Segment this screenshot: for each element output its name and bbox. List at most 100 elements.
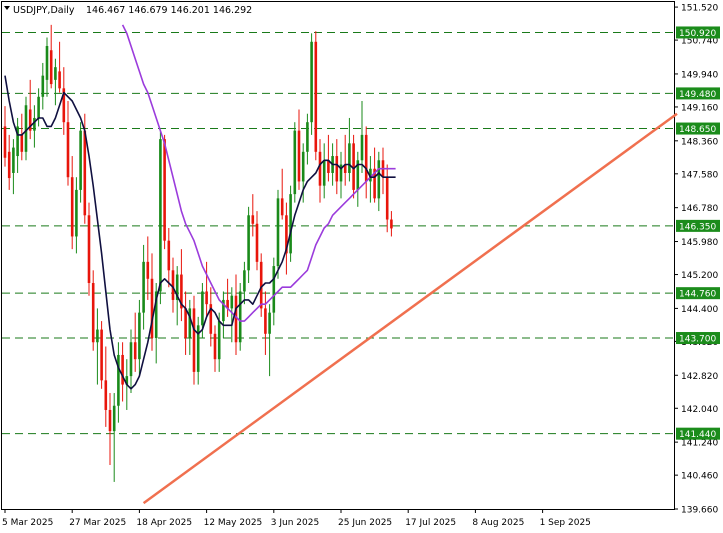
candle-down [104, 380, 108, 410]
candle-down [205, 291, 208, 305]
level-price-tag: 148.650 [676, 122, 720, 135]
candle-up [272, 266, 276, 313]
candle-down [87, 215, 91, 284]
candle-down [58, 71, 61, 89]
level-price-tag: 144.760 [676, 287, 720, 300]
candle-down [70, 177, 74, 237]
x-tick-label: 8 Aug 2025 [472, 518, 524, 528]
candle-down [385, 177, 389, 220]
candle-up [37, 96, 40, 118]
candle-up [360, 134, 364, 161]
candle-down [20, 134, 24, 152]
level-price-tag: 150.920 [676, 26, 720, 39]
candle-down [66, 122, 70, 178]
candle-down [3, 126, 7, 158]
y-tick-label: 149.160 [681, 103, 718, 113]
level-price-tag: 146.350 [676, 219, 720, 232]
candle-down [390, 219, 393, 229]
candle-up [293, 130, 297, 195]
candle-down [108, 409, 112, 432]
candle-up [138, 312, 141, 360]
y-tick-label: 145.200 [681, 271, 718, 281]
level-tag-label: 148.650 [679, 125, 716, 135]
candle-up [230, 295, 234, 309]
level-tag-label: 149.480 [679, 90, 716, 100]
candle-up [301, 151, 305, 182]
candle-up [75, 189, 78, 237]
level-tag-label: 143.700 [679, 335, 716, 345]
x-tick-label: 27 Mar 2025 [69, 518, 126, 528]
chart-header: USDJPY,Daily 146.467 146.679 146.201 146… [4, 5, 252, 16]
candle-up [289, 194, 292, 254]
x-tick-label: 5 Mar 2025 [2, 518, 53, 528]
candle-down [234, 295, 238, 343]
candle-up [12, 147, 15, 173]
candle-up [322, 160, 326, 186]
candle-up [238, 291, 242, 343]
candle-up [243, 270, 246, 292]
y-tick-label: 149.940 [681, 70, 718, 80]
y-tick-label: 142.040 [681, 405, 718, 415]
candle-up [45, 46, 49, 80]
candle-up [247, 215, 250, 271]
candle-down [259, 261, 263, 309]
ohlc-values: 146.467 146.679 146.201 146.292 [86, 5, 252, 16]
candle-down [314, 41, 318, 152]
candle-up [96, 329, 99, 343]
candle-down [264, 308, 267, 334]
candle-down [335, 156, 339, 182]
candle-down [100, 329, 103, 381]
candle-up [268, 312, 271, 334]
candle-up [112, 405, 116, 432]
candle-down [91, 283, 95, 343]
candle-down [121, 354, 124, 385]
chart-container: 151.520 150.740 149.940 149.160 148.360 147.5… [0, 0, 723, 533]
y-tick-label: 144.400 [681, 305, 718, 315]
candle-up [33, 117, 36, 131]
candle-up [348, 143, 351, 173]
candle-up [306, 122, 309, 152]
candle-down [280, 198, 284, 216]
candle-up [217, 321, 221, 360]
candle-up [129, 342, 133, 377]
y-tick-label: 151.520 [681, 4, 718, 14]
symbol-label: USDJPY,Daily [13, 5, 75, 16]
candle-down [49, 50, 53, 85]
candle-up [24, 105, 28, 152]
candle-up [310, 41, 313, 123]
candle-up [142, 261, 145, 313]
candle-up [41, 75, 45, 97]
candle-down [7, 151, 11, 179]
x-tick-label: 1 Sep 2025 [540, 518, 591, 528]
level-price-tag: 149.480 [676, 87, 720, 100]
level-tag-label: 141.440 [679, 430, 716, 440]
chart-background [0, 0, 723, 533]
candle-down [184, 308, 187, 339]
candle-down [163, 139, 166, 241]
candle-down [171, 270, 175, 300]
candle-down [318, 151, 322, 186]
candle-down [133, 342, 137, 360]
y-tick-label: 146.780 [681, 204, 718, 214]
candle-down [213, 333, 217, 360]
level-tag-label: 144.760 [679, 290, 716, 300]
candle-up [276, 198, 280, 267]
x-tick-label: 18 Apr 2025 [136, 518, 192, 528]
level-price-tag: 141.440 [676, 427, 720, 440]
candle-down [251, 215, 255, 224]
candle-down [297, 130, 301, 182]
y-tick-label: 139.660 [681, 506, 718, 516]
x-tick-label: 25 Jun 2025 [338, 518, 392, 528]
candle-down [352, 143, 355, 190]
y-tick-label: 147.580 [681, 170, 718, 180]
candle-down [146, 261, 150, 279]
y-tick-label: 145.980 [681, 238, 718, 248]
x-tick-label: 12 May 2025 [204, 518, 263, 528]
level-tag-label: 150.920 [679, 29, 716, 39]
candle-up [377, 160, 381, 199]
candle-down [83, 130, 87, 216]
candle-up [159, 139, 162, 292]
candle-up [79, 130, 82, 190]
level-price-tag: 143.700 [676, 332, 720, 345]
x-tick-label: 3 Jun 2025 [271, 518, 319, 528]
